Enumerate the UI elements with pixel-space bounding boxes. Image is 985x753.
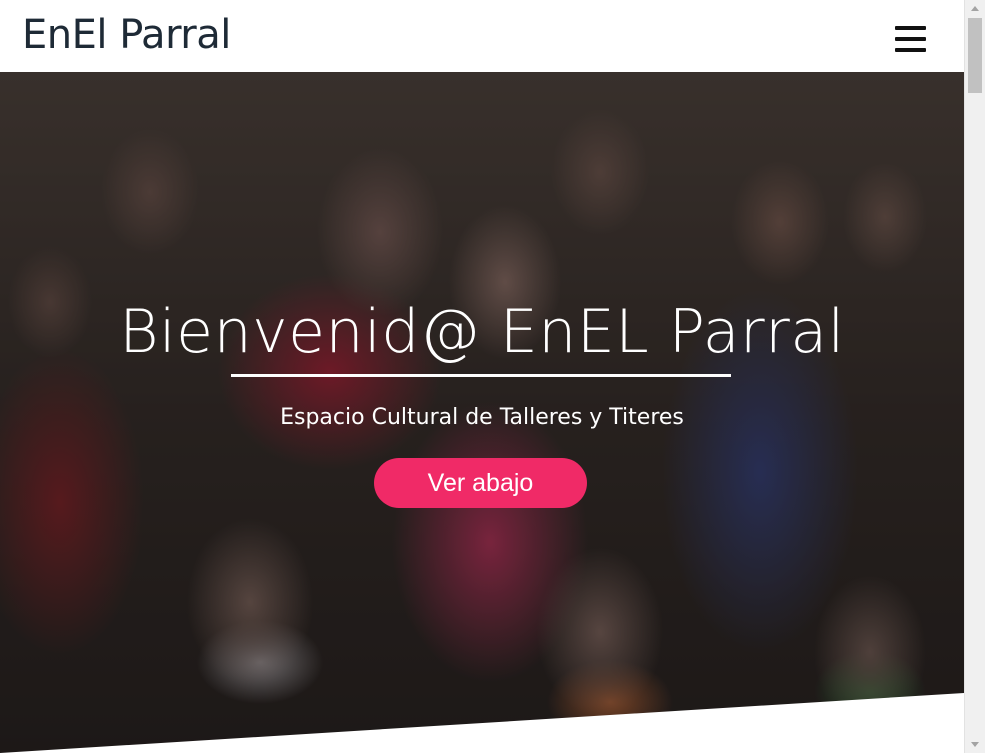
hero-divider xyxy=(231,374,731,377)
scrollbar-thumb[interactable] xyxy=(968,18,982,93)
menu-bar-middle xyxy=(895,37,926,41)
menu-bar-bottom xyxy=(895,48,926,52)
hamburger-menu-icon[interactable] xyxy=(892,24,930,56)
hero-section: Bienvenid@ EnEL Parral Espacio Cultural … xyxy=(0,72,964,753)
menu-bar-top xyxy=(895,26,926,30)
page-scrollbar[interactable] xyxy=(964,0,985,753)
hero-bottom-slant xyxy=(0,693,964,753)
brand-logo-link[interactable]: EnEl Parral xyxy=(22,9,231,61)
hero-subtitle: Espacio Cultural de Talleres y Titeres xyxy=(280,405,684,430)
scroll-down-arrow-icon[interactable] xyxy=(965,736,985,753)
hero-title: Bienvenid@ EnEL Parral xyxy=(119,297,845,367)
navbar: EnEl Parral xyxy=(0,0,964,72)
page-viewport: EnEl Parral Bienvenid@ EnEL Parral Espac… xyxy=(0,0,964,753)
hero-content: Bienvenid@ EnEL Parral Espacio Cultural … xyxy=(0,72,964,753)
scroll-up-arrow-icon[interactable] xyxy=(965,0,985,17)
ver-abajo-button[interactable]: Ver abajo xyxy=(374,458,587,508)
